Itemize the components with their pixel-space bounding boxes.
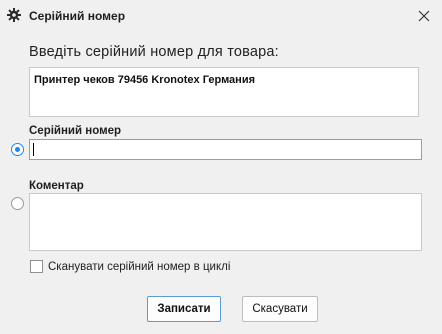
form-heading: Введіть серійний номер для товара: (29, 44, 279, 60)
product-name-display: Принтер чеков 79456 Kronotex Германия (29, 67, 419, 117)
serial-number-input[interactable] (29, 139, 422, 160)
serial-number-label: Серійний номер (29, 125, 122, 137)
close-button[interactable] (414, 6, 434, 26)
scan-loop-label[interactable]: Сканувати серійний номер в циклі (48, 261, 230, 273)
text-caret (33, 143, 34, 156)
cancel-button[interactable]: Скасувати (242, 296, 318, 322)
scan-loop-checkbox[interactable] (30, 260, 43, 273)
save-button[interactable]: Записати (147, 296, 221, 322)
comment-label: Коментар (29, 180, 84, 192)
comment-textarea[interactable] (29, 193, 422, 251)
close-icon (418, 10, 430, 22)
window-title: Серійний номер (29, 9, 126, 23)
serial-number-radio[interactable] (11, 143, 24, 156)
gear-icon (6, 7, 22, 23)
title-bar: Серійний номер (0, 0, 442, 32)
serial-number-dialog: Серійний номер Введіть серійний номер дл… (0, 0, 442, 334)
comment-radio[interactable] (11, 197, 24, 210)
